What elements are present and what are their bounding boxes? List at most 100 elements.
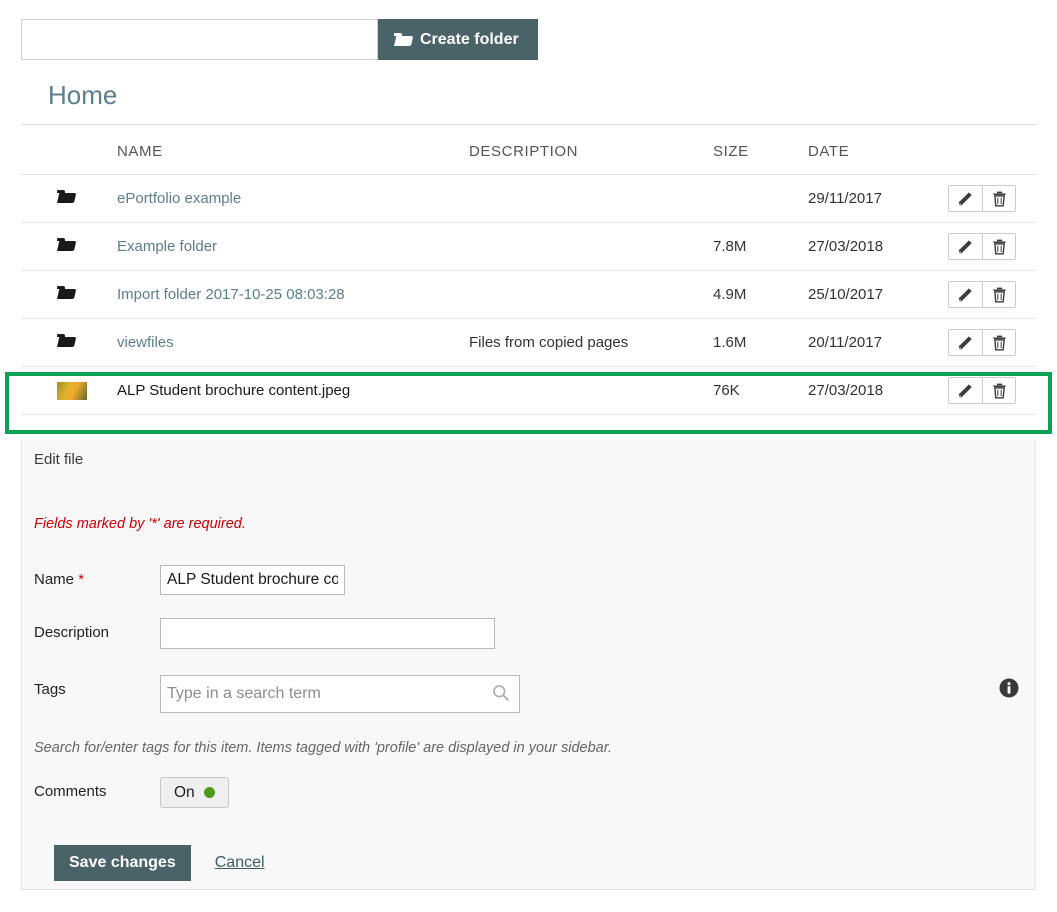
column-header-size: SIZE [713,133,808,175]
row-description-cell [469,174,713,223]
file-list-table: NAME DESCRIPTION SIZE DATE ePortfolio ex… [21,133,1036,415]
file-name-3[interactable]: viewfiles [117,334,174,351]
row-action-group [948,281,1016,308]
table-row[interactable]: ePortfolio example 29/11/2017 [21,174,1036,223]
file-name-4: ALP Student brochure content.jpeg [117,382,351,399]
edit-pencil-icon[interactable] [949,282,982,307]
folder-icon [57,286,74,299]
folder-icon [57,334,74,347]
row-date-cell: 29/11/2017 [808,174,948,223]
row-size-cell [713,174,808,223]
row-actions-cell [948,222,1036,271]
table-row[interactable]: viewfiles Files from copied pages 1.6M 20/1… [21,318,1036,367]
row-date-cell: 20/11/2017 [808,318,948,367]
row-name-cell: ePortfolio example [117,174,469,223]
edit-pencil-icon[interactable] [949,186,982,211]
tags-input[interactable] [160,675,520,713]
folder-icon [57,238,74,251]
name-label-text: Name [34,571,75,588]
table-row[interactable]: ALP Student brochure content.jpeg 76K 27/0… [21,366,1036,415]
tags-label: Tags [34,681,66,698]
row-date-cell: 25/10/2017 [808,270,948,319]
edit-file-panel: Edit file Fields marked by '*' are requi… [21,440,1036,890]
edit-file-legend: Edit file [34,451,84,468]
table-header-row: NAME DESCRIPTION SIZE DATE [21,133,1036,175]
table-header: NAME DESCRIPTION SIZE DATE [21,133,1036,175]
row-size-cell: 1.6M [713,318,808,367]
edit-pencil-icon[interactable] [949,234,982,259]
create-folder-name-input[interactable] [21,19,378,60]
row-icon-cell [21,270,117,319]
file-thumbnail-icon [57,381,87,400]
column-header-name: NAME [117,133,469,175]
table-row[interactable]: Import folder 2017-10-25 08:03:28 4.9M 25/… [21,270,1036,319]
description-input[interactable] [160,618,495,649]
comments-field-row: Comments On [34,777,229,808]
folder-icon [394,33,411,46]
column-header-date: DATE [808,133,948,175]
column-header-actions [948,133,1036,175]
cancel-link[interactable]: Cancel [215,854,265,872]
name-label: Name * [34,565,160,590]
folder-icon [57,190,74,203]
row-actions-cell [948,174,1036,223]
required-fields-note: Fields marked by '*' are required. [34,516,246,532]
column-header-icon [21,133,117,175]
name-field-row: Name * [34,565,345,595]
file-manager-page: Create folder Home NAME DESCRIPTION SIZE… [0,0,1057,912]
row-size-cell: 7.8M [713,222,808,271]
file-name-1[interactable]: Example folder [117,238,217,255]
row-size-cell: 4.9M [713,270,808,319]
description-field-row: Description [34,618,495,649]
file-name-0[interactable]: ePortfolio example [117,190,241,207]
tags-input-wrapper [160,675,520,713]
trash-icon[interactable] [982,234,1015,259]
comments-label: Comments [34,783,107,800]
row-date-cell: 27/03/2018 [808,222,948,271]
row-action-group [948,329,1016,356]
table-row[interactable]: Example folder 7.8M 27/03/2018 [21,222,1036,271]
row-icon-cell [21,366,117,415]
save-changes-button[interactable]: Save changes [54,845,191,881]
row-actions-cell [948,318,1036,367]
name-input[interactable] [160,565,345,595]
file-name-2[interactable]: Import folder 2017-10-25 08:03:28 [117,286,345,303]
trash-icon[interactable] [982,282,1015,307]
row-date-cell: 27/03/2018 [808,366,948,415]
row-action-group [948,377,1016,404]
row-description-cell [469,270,713,319]
row-description-cell [469,222,713,271]
row-name-cell: Import folder 2017-10-25 08:03:28 [117,270,469,319]
breadcrumb: Home [21,78,1036,125]
edit-pencil-icon[interactable] [949,378,982,403]
trash-icon[interactable] [982,378,1015,403]
row-description-cell [469,366,713,415]
tags-help-text: Search for/enter tags for this item. Ite… [34,740,613,756]
row-action-group [948,185,1016,212]
row-icon-cell [21,318,117,367]
create-folder-bar: Create folder [21,19,538,60]
row-icon-cell [21,174,117,223]
row-name-cell: ALP Student brochure content.jpeg [117,366,469,415]
comments-toggle-label: On [174,783,195,801]
edit-pencil-icon[interactable] [949,330,982,355]
comments-toggle[interactable]: On [160,777,229,808]
row-actions-cell [948,270,1036,319]
status-dot-icon [203,787,215,798]
row-description-cell: Files from copied pages [469,318,713,367]
trash-icon[interactable] [982,186,1015,211]
column-header-description: DESCRIPTION [469,133,713,175]
table-body: ePortfolio example 29/11/2017 Example fold… [21,174,1036,415]
row-name-cell: Example folder [117,222,469,271]
create-folder-button[interactable]: Create folder [378,19,538,60]
page-title: Home [48,80,118,110]
form-actions: Save changes Cancel [54,845,265,881]
trash-icon[interactable] [982,330,1015,355]
row-name-cell: viewfiles [117,318,469,367]
create-folder-button-label: Create folder [420,30,519,48]
tags-field-row: Tags [34,675,520,713]
row-size-cell: 76K [713,366,808,415]
row-actions-cell [948,366,1036,415]
info-icon[interactable] [998,677,1020,699]
required-asterisk: * [78,571,85,588]
